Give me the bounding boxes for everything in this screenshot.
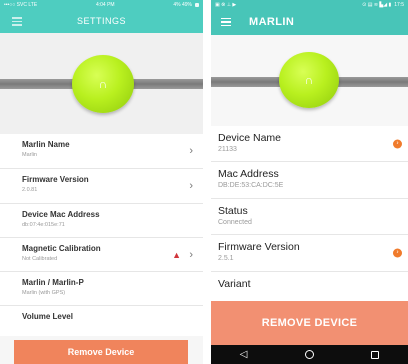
- item-label: Variant: [218, 278, 251, 290]
- system-icons-group: ⊙ ▤ ≋ ▙◢ ▮ 17:5: [362, 2, 404, 8]
- device-info-list: Device Name 21133 › Mac Address DB:DE:53…: [211, 126, 408, 292]
- marlin-logo-icon: ∩: [98, 77, 108, 91]
- page-title: MARLIN: [249, 16, 295, 28]
- item-label: Firmware Version: [22, 175, 89, 184]
- item-label: Marlin / Marlin-P: [22, 278, 84, 287]
- status-time: 4:04 PM: [95, 1, 115, 8]
- remove-device-button[interactable]: Remove Device: [14, 340, 188, 364]
- nav-home-icon[interactable]: [304, 350, 314, 359]
- info-item-firmware-version[interactable]: Firmware Version 2.5.1 ›: [211, 235, 408, 272]
- item-value: db:07:4e:015e:71: [22, 222, 65, 228]
- notification-icons: ▣ ⊗ ⊥ ▶: [215, 1, 237, 8]
- item-label: Firmware Version: [218, 241, 300, 253]
- settings-item-mac-address: Device Mac Address db:07:4e:015e:71: [0, 204, 203, 238]
- right-phone-screen: ▣ ⊗ ⊥ ▶ ⊙ ▤ ≋ ▙◢ ▮ 17:5 MARLIN ∩ Device …: [211, 0, 408, 364]
- app-header: SETTINGS: [0, 9, 203, 33]
- item-label: Device Name: [218, 132, 282, 144]
- status-time: 17:5: [394, 1, 404, 8]
- settings-item-marlin-name[interactable]: Marlin Name Marlin ›: [0, 134, 203, 169]
- chevron-right-icon: ›: [189, 145, 193, 157]
- nav-back-icon[interactable]: ◁: [240, 349, 248, 360]
- device-image: ∩: [211, 35, 408, 126]
- status-bar: •••○○ SVC LTE 4:04 PM 4% 49%: [0, 0, 203, 9]
- item-value: Marlin (with GPS): [22, 290, 66, 296]
- info-item-status: Status Connected: [211, 199, 408, 235]
- battery-icon: [195, 2, 199, 7]
- item-value: 2.5.1: [218, 255, 234, 262]
- collar-device: ∩: [72, 55, 134, 113]
- marlin-logo-icon: ∩: [304, 73, 314, 87]
- device-image: ∩: [0, 33, 203, 134]
- settings-item-firmware-version[interactable]: Firmware Version 2.0.81 ›: [0, 169, 203, 204]
- hamburger-icon[interactable]: [221, 17, 231, 27]
- chevron-right-icon: ›: [393, 139, 402, 148]
- settings-item-magnetic-calibration[interactable]: Magnetic Calibration Not Calibrated ▲ ›: [0, 238, 203, 272]
- left-phone-screen: •••○○ SVC LTE 4:04 PM 4% 49% SETTINGS ∩ …: [0, 0, 203, 364]
- settings-item-marlin-variant: Marlin / Marlin-P Marlin (with GPS): [0, 272, 203, 306]
- item-label: Status: [218, 205, 248, 217]
- item-label: Magnetic Calibration: [22, 244, 101, 253]
- remove-device-button[interactable]: REMOVE DEVICE: [211, 301, 408, 345]
- item-value: DB:DE:53:CA:DC:5E: [218, 182, 284, 189]
- info-item-variant: Variant: [211, 272, 408, 292]
- item-label: Volume Level: [22, 312, 73, 321]
- nav-recents-icon[interactable]: [371, 350, 380, 359]
- chevron-right-icon: ›: [189, 180, 193, 192]
- chevron-right-icon: ›: [393, 248, 402, 258]
- warning-icon: ▲: [172, 249, 181, 260]
- battery-group: 4% 49%: [173, 2, 199, 8]
- chevron-right-icon: ›: [189, 248, 193, 261]
- item-value: 21133: [218, 146, 237, 153]
- item-value: 2.0.81: [22, 187, 38, 193]
- hamburger-icon[interactable]: [12, 17, 22, 26]
- item-label: Device Mac Address: [22, 210, 100, 219]
- item-value: Not Calibrated: [22, 256, 58, 262]
- item-value: Connected: [218, 219, 252, 226]
- info-item-device-name[interactable]: Device Name 21133 ›: [211, 126, 408, 162]
- item-label: Marlin Name: [22, 140, 70, 149]
- settings-list: Marlin Name Marlin › Firmware Version 2.…: [0, 134, 203, 336]
- item-label: Mac Address: [218, 168, 279, 180]
- info-item-mac-address: Mac Address DB:DE:53:CA:DC:5E: [211, 162, 408, 199]
- item-value: Marlin: [22, 152, 37, 158]
- collar-device: ∩: [279, 52, 339, 108]
- carrier-signal: •••○○ SVC LTE: [4, 1, 38, 8]
- status-bar: ▣ ⊗ ⊥ ▶ ⊙ ▤ ≋ ▙◢ ▮ 17:5: [211, 0, 408, 9]
- system-icons: ⊙ ▤ ≋ ▙◢ ▮: [362, 1, 392, 8]
- app-header: MARLIN: [211, 9, 408, 35]
- settings-item-volume-level[interactable]: Volume Level: [0, 306, 203, 336]
- page-title: SETTINGS: [76, 16, 126, 26]
- android-nav-bar: ◁: [211, 345, 408, 364]
- battery-text: 4% 49%: [173, 1, 192, 8]
